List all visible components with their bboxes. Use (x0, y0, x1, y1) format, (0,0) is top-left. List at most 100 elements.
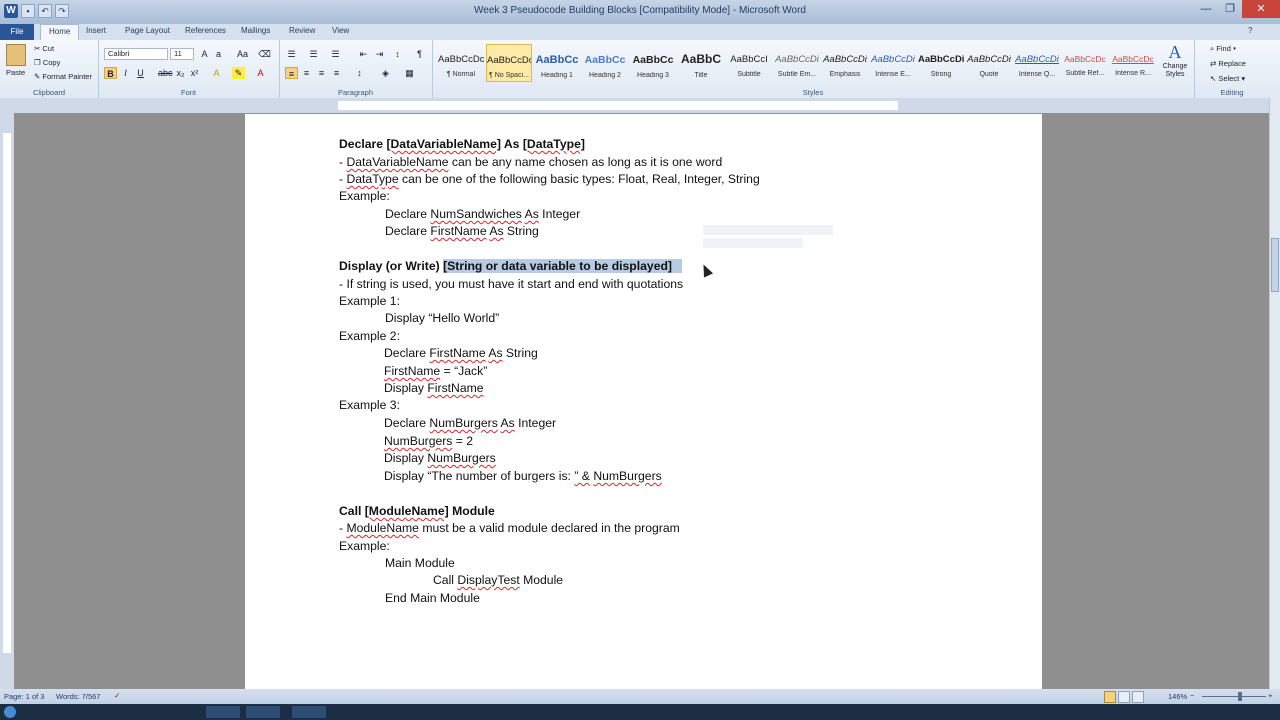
doc-line[interactable]: FirstName = “Jack” (384, 364, 487, 378)
mini-toolbar[interactable] (703, 222, 833, 258)
underline-icon[interactable]: U (134, 67, 147, 79)
justify-icon[interactable]: ≡ (330, 67, 343, 79)
clear-formatting-icon[interactable]: ⌫ (258, 48, 271, 60)
style-no-spacing[interactable]: AaBbCcDc ¶ No Spaci... (486, 44, 532, 82)
shading-icon[interactable]: ◈ (379, 67, 392, 79)
style-strong[interactable]: AaBbCcDi Strong (918, 44, 964, 82)
doc-line[interactable]: Declare FirstName As String (385, 224, 539, 238)
style-quote[interactable]: AaBbCcDi Quote (966, 44, 1012, 82)
doc-line[interactable]: Display “Hello World” (385, 311, 499, 325)
tab-references[interactable]: References (185, 26, 226, 35)
style-title[interactable]: AaBbC Title (678, 44, 724, 82)
superscript-icon[interactable]: x² (188, 67, 201, 79)
grow-font-icon[interactable]: A (198, 48, 211, 60)
sort-icon[interactable]: ↕ (391, 48, 404, 60)
bullets-icon[interactable]: ☰ (285, 48, 298, 60)
format-painter-button[interactable]: ✎ Format Painter (34, 72, 92, 81)
style-subtle-emphasis[interactable]: AaBbCcDi Subtle Em... (774, 44, 820, 82)
tab-insert[interactable]: Insert (86, 26, 106, 35)
change-case-icon[interactable]: Aa (236, 48, 249, 60)
subscript-icon[interactable]: x₂ (174, 67, 187, 79)
maximize-icon[interactable]: ❐ (1218, 0, 1242, 18)
align-left-icon[interactable]: ≡ (285, 67, 298, 79)
doc-line[interactable]: Example 1: (339, 294, 400, 308)
align-right-icon[interactable]: ≡ (315, 67, 328, 79)
replace-button[interactable]: ⇄ Replace (1210, 59, 1246, 68)
help-icon[interactable]: ? (1248, 26, 1252, 35)
web-layout-icon[interactable] (1132, 691, 1144, 703)
doc-line[interactable]: Display “The number of burgers is: ” & N… (384, 469, 662, 483)
zoom-level[interactable]: 146% (1168, 692, 1187, 701)
numbering-icon[interactable]: ☰ (307, 48, 320, 60)
style-heading-3[interactable]: AaBbCc Heading 3 (630, 44, 676, 82)
zoom-slider[interactable] (1202, 696, 1266, 697)
tab-page-layout[interactable]: Page Layout (125, 26, 170, 35)
show-marks-icon[interactable]: ¶ (413, 48, 426, 60)
minimize-icon[interactable]: — (1194, 0, 1218, 18)
doc-line[interactable]: Declare FirstName As String (384, 346, 538, 360)
doc-line[interactable]: Example 2: (339, 329, 400, 343)
zoom-out-icon[interactable]: − (1190, 691, 1194, 700)
page-count[interactable]: Page: 1 of 3 (4, 692, 44, 701)
borders-icon[interactable]: ▦ (403, 67, 416, 79)
tab-mailings[interactable]: Mailings (241, 26, 270, 35)
italic-icon[interactable]: I (119, 67, 132, 79)
font-color-icon[interactable]: A (254, 67, 267, 79)
doc-line[interactable]: Example: (339, 189, 390, 203)
taskbar-app-icon[interactable] (206, 706, 240, 718)
font-name-input[interactable]: Calibri (104, 48, 168, 60)
style-intense-quote[interactable]: AaBbCcDi Intense Q... (1014, 44, 1060, 82)
shrink-font-icon[interactable]: a (212, 48, 225, 60)
doc-heading-display[interactable]: Display (or Write) [String or data varia… (339, 259, 683, 273)
decrease-indent-icon[interactable]: ⇤ (357, 48, 370, 60)
doc-line[interactable]: - DataVariableName can be any name chose… (339, 155, 722, 169)
highlight-icon[interactable]: ✎ (232, 67, 245, 79)
doc-line[interactable]: End Main Module (385, 591, 480, 605)
horizontal-ruler[interactable] (0, 98, 1280, 113)
paste-icon[interactable] (6, 44, 26, 66)
tab-review[interactable]: Review (289, 26, 315, 35)
select-button[interactable]: ↖ Select ▾ (1210, 74, 1245, 83)
align-center-icon[interactable]: ≡ (300, 67, 313, 79)
multilevel-list-icon[interactable]: ☰ (329, 48, 342, 60)
print-layout-icon[interactable] (1104, 691, 1116, 703)
bold-icon[interactable]: B (104, 67, 117, 79)
copy-button[interactable]: ❐ Copy (34, 58, 60, 67)
style-subtle-reference[interactable]: AaBbCcDc Subtle Ref... (1062, 44, 1108, 82)
taskbar-app-icon[interactable] (292, 706, 326, 718)
tab-view[interactable]: View (332, 26, 349, 35)
vertical-scrollbar[interactable] (1269, 98, 1280, 689)
full-screen-icon[interactable] (1118, 691, 1130, 703)
paste-button[interactable]: Paste (6, 68, 25, 77)
doc-line[interactable]: Declare NumSandwiches As Integer (385, 207, 580, 221)
zoom-slider-thumb[interactable] (1238, 692, 1242, 701)
style-subtitle[interactable]: AaBbCcI Subtitle (726, 44, 772, 82)
style-intense-emphasis[interactable]: AaBbCcDi Intense E... (870, 44, 916, 82)
doc-line[interactable]: - ModuleName must be a valid module decl… (339, 521, 680, 535)
doc-line[interactable]: Display NumBurgers (384, 451, 496, 465)
doc-line[interactable]: Display FirstName (384, 381, 484, 395)
cut-button[interactable]: ✂ Cut (34, 44, 54, 53)
taskbar-app-icon[interactable] (246, 706, 280, 718)
change-styles-button[interactable]: A Change Styles (1160, 42, 1190, 86)
find-button[interactable]: ⌕ Find ▾ (1210, 44, 1236, 54)
line-spacing-icon[interactable]: ↕ (353, 67, 366, 79)
style-heading-1[interactable]: AaBbCc Heading 1 (534, 44, 580, 82)
doc-line[interactable]: Call DisplayTest Module (433, 573, 563, 587)
proofing-icon[interactable]: ✓ (114, 691, 120, 700)
style-heading-2[interactable]: AaBbCc Heading 2 (582, 44, 628, 82)
zoom-in-icon[interactable]: + (1268, 691, 1272, 700)
close-icon[interactable]: ✕ (1242, 0, 1280, 18)
increase-indent-icon[interactable]: ⇥ (373, 48, 386, 60)
doc-line[interactable]: Declare NumBurgers As Integer (384, 416, 556, 430)
style-normal[interactable]: AaBbCcDc ¶ Normal (438, 44, 484, 82)
text-effects-icon[interactable]: A (210, 67, 223, 79)
doc-line[interactable]: - If string is used, you must have it st… (339, 277, 683, 291)
doc-line[interactable]: Example: (339, 539, 390, 553)
word-count[interactable]: Words: 7/567 (56, 692, 100, 701)
start-icon[interactable] (4, 706, 16, 718)
doc-heading-declare[interactable]: Declare [DataVariableName] As [DataType] (339, 137, 585, 151)
scrollbar-thumb[interactable] (1271, 238, 1279, 292)
tab-file[interactable]: File (0, 24, 34, 40)
doc-line[interactable]: Main Module (385, 556, 455, 570)
